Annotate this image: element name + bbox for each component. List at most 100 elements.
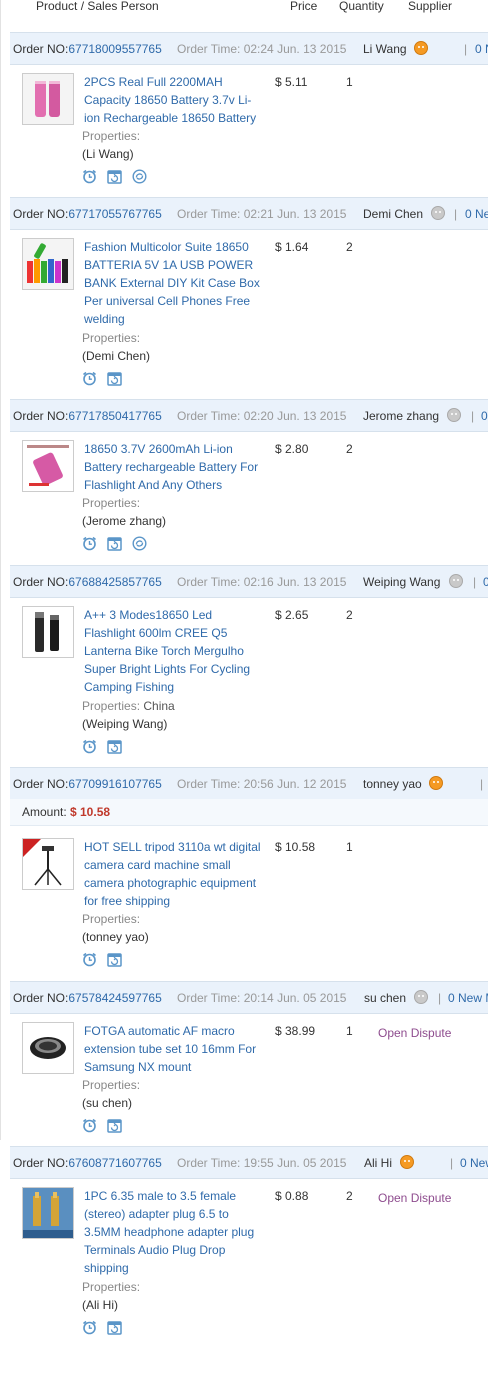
order-no-label: Order NO:67709916107765 (13, 777, 162, 791)
product-title-link[interactable]: 2PCS Real Full 2200MAH Capacity 18650 Ba… (84, 73, 266, 127)
order-number-link[interactable]: 67709916107765 (68, 777, 161, 791)
order-header-bar: Order NO:67717850417765 Order Time: 02:2… (10, 399, 488, 432)
refresh-circle-icon[interactable] (132, 536, 147, 551)
new-message-link[interactable]: 0 N (475, 42, 488, 56)
product-thumbnail[interactable] (22, 606, 74, 658)
new-message-link[interactable]: 0 New (460, 1156, 488, 1170)
chat-online-icon[interactable] (400, 1155, 414, 1169)
order-block: Order NO:67717850417765 Order Time: 02:2… (10, 399, 488, 569)
quantity: 2 (346, 1189, 353, 1203)
product-properties: Properties: (82, 496, 141, 510)
quantity: 2 (346, 608, 353, 622)
calendar-refresh-icon[interactable] (107, 739, 122, 754)
new-message-link[interactable]: 0 (483, 575, 488, 589)
refresh-circle-icon[interactable] (132, 169, 147, 184)
alarm-clock-icon[interactable] (82, 169, 97, 184)
chat-online-icon[interactable] (414, 41, 428, 55)
buyer-name: (su chen) (82, 1096, 133, 1110)
product-properties: Properties: China (82, 699, 175, 713)
product-title-link[interactable]: 1PC 6.35 male to 3.5 female (stereo) ada… (84, 1187, 266, 1277)
calendar-refresh-icon[interactable] (107, 371, 122, 386)
order-no-label: Order NO:67578424597765 (13, 991, 162, 1005)
order-time: Order Time: 20:56 Jun. 12 2015 (177, 777, 347, 791)
order-number-link[interactable]: 67718009557765 (68, 42, 161, 56)
supplier-name[interactable]: Li Wang (363, 42, 407, 56)
alarm-clock-icon[interactable] (82, 1118, 97, 1133)
quantity: 2 (346, 442, 353, 456)
chat-offline-icon[interactable] (431, 206, 445, 220)
order-time: Order Time: 02:16 Jun. 13 2015 (177, 575, 347, 589)
order-number-link[interactable]: 67688425857765 (68, 575, 161, 589)
alarm-clock-icon[interactable] (82, 536, 97, 551)
product-thumbnail[interactable] (22, 73, 74, 125)
alarm-clock-icon[interactable] (82, 952, 97, 967)
product-title-link[interactable]: HOT SELL tripod 3110a wt digital camera … (84, 838, 266, 910)
supplier-name[interactable]: Demi Chen (363, 207, 423, 221)
quantity: 1 (346, 75, 353, 89)
order-status-open-dispute[interactable]: Open Dispute (378, 1191, 451, 1205)
product-thumbnail[interactable] (22, 1187, 74, 1239)
order-number-link[interactable]: 67717850417765 (68, 409, 161, 423)
unit-price: $ 2.80 (275, 442, 309, 456)
product-title-link[interactable]: Fashion Multicolor Suite 18650 BATTERIA … (84, 238, 266, 328)
new-message-link[interactable]: 0 Ne (465, 207, 488, 221)
alarm-clock-icon[interactable] (82, 371, 97, 386)
chat-offline-icon[interactable] (414, 990, 428, 1004)
alarm-clock-icon[interactable] (82, 739, 97, 754)
amount-label: Amount: (22, 805, 67, 819)
supplier-name[interactable]: tonney yao (363, 777, 422, 791)
col-product-sales-person: Product / Sales Person (36, 0, 159, 13)
product-thumbnail[interactable] (22, 440, 74, 492)
supplier-name[interactable]: Ali Hi (364, 1156, 392, 1170)
chat-offline-icon[interactable] (447, 408, 461, 422)
order-time: Order Time: 02:24 Jun. 13 2015 (177, 42, 347, 56)
order-number-link[interactable]: 67608771607765 (68, 1156, 161, 1170)
new-message-link[interactable]: 0 (481, 409, 488, 423)
order-no-label: Order NO:67717055767765 (13, 207, 162, 221)
order-no-label: Order NO:67717850417765 (13, 409, 162, 423)
chat-offline-icon[interactable] (449, 574, 463, 588)
order-number-link[interactable]: 67578424597765 (68, 991, 161, 1005)
amount-value: $ 10.58 (70, 805, 111, 819)
order-block: Order NO:67709916107765 Order Time: 20:5… (10, 767, 488, 977)
order-status-open-dispute[interactable]: Open Dispute (378, 1026, 451, 1040)
buyer-name: (Ali Hi) (82, 1298, 118, 1312)
order-block: Order NO:67578424597765 Order Time: 20:1… (10, 981, 488, 1146)
order-number-link[interactable]: 67717055767765 (68, 207, 161, 221)
unit-price: $ 2.65 (275, 608, 309, 622)
calendar-refresh-icon[interactable] (107, 1320, 122, 1335)
unit-price: $ 1.64 (275, 240, 309, 254)
new-message-link[interactable]: 0 New M (448, 991, 488, 1005)
buyer-name: (Demi Chen) (82, 349, 151, 363)
product-title-link[interactable]: 18650 3.7V 2600mAh Li-ion Battery rechar… (84, 440, 266, 494)
supplier-name[interactable]: Jerome zhang (363, 409, 439, 423)
calendar-refresh-icon[interactable] (107, 952, 122, 967)
alarm-clock-icon[interactable] (82, 1320, 97, 1335)
calendar-refresh-icon[interactable] (107, 536, 122, 551)
order-no-label: Order NO:67608771607765 (13, 1156, 162, 1170)
order-time: Order Time: 20:14 Jun. 05 2015 (177, 991, 347, 1005)
unit-price: $ 0.88 (275, 1189, 309, 1203)
product-thumbnail[interactable] (22, 838, 74, 890)
chat-online-icon[interactable] (429, 776, 443, 790)
order-header-bar: Order NO:67717055767765 Order Time: 02:2… (10, 197, 488, 230)
order-header-bar: Order NO:67608771607765 Order Time: 19:5… (10, 1146, 488, 1179)
product-title-link[interactable]: FOTGA automatic AF macro extension tube … (84, 1022, 266, 1076)
product-thumbnail[interactable] (22, 1022, 74, 1074)
supplier-name[interactable]: su chen (364, 991, 406, 1005)
calendar-refresh-icon[interactable] (107, 1118, 122, 1133)
calendar-refresh-icon[interactable] (107, 169, 122, 184)
order-header-bar: Order NO:67709916107765 Order Time: 20:5… (10, 767, 488, 800)
order-block: Order NO:67688425857765 Order Time: 02:1… (10, 565, 488, 765)
product-title-link[interactable]: A++ 3 Modes18650 Led Flashlight 600lm CR… (84, 606, 266, 696)
supplier-name[interactable]: Weiping Wang (363, 575, 440, 589)
quantity: 1 (346, 1024, 353, 1038)
separator: | (454, 207, 458, 221)
left-border (0, 0, 1, 1140)
product-thumbnail[interactable] (22, 238, 74, 290)
order-time: Order Time: 19:55 Jun. 05 2015 (177, 1156, 347, 1170)
product-properties: Properties: (82, 1280, 141, 1294)
separator: | (471, 409, 475, 423)
buyer-name: (Weiping Wang) (82, 717, 168, 731)
product-properties: Properties: (82, 129, 141, 143)
